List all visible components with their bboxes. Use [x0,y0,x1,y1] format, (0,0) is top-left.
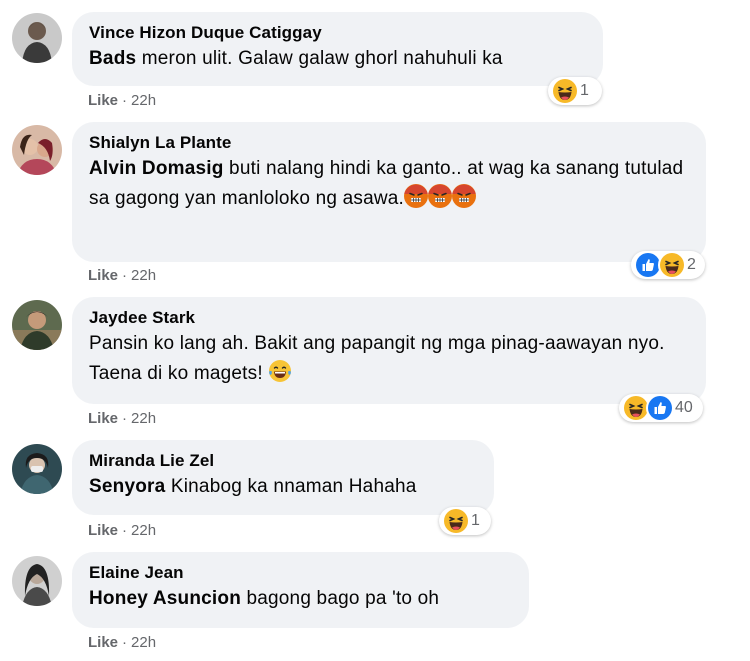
author-name[interactable]: Elaine Jean [89,562,511,584]
author-name[interactable]: Vince Hizon Duque Catiggay [89,22,585,44]
angry-emoji-icon [404,184,428,208]
haha-icon [658,251,686,279]
comment-body: bagong bago pa 'to oh [241,588,440,609]
angry-emoji-icon [452,184,476,208]
comment-text: Senyora Kinabog ka nnaman Hahaha [89,472,476,502]
comment-bubble: Miranda Lie Zel Senyora Kinabog ka nnama… [72,440,494,515]
separator: · [122,92,128,109]
comment-body: Pansin ko lang ah. Bakit ang papangit ng… [89,333,665,384]
like-button[interactable]: Like [88,267,118,284]
avatar[interactable] [12,556,62,606]
laughing-crying-emoji-icon [268,359,292,383]
author-name[interactable]: Miranda Lie Zel [89,450,476,472]
avatar[interactable] [12,444,62,494]
angry-emoji-icon [428,184,452,208]
author-name[interactable]: Shialyn La Plante [89,132,688,154]
avatar[interactable] [12,13,62,63]
mention[interactable]: Senyora [89,476,165,497]
timestamp[interactable]: 22h [131,92,156,109]
timestamp[interactable]: 22h [131,410,156,427]
reaction-count: 1 [471,512,480,529]
like-button[interactable]: Like [88,92,118,109]
reaction-count: 40 [675,399,693,416]
comment-meta: Like · 22h [88,521,156,541]
reaction-count: 1 [580,82,589,99]
like-button[interactable]: Like [88,410,118,427]
like-icon [646,394,674,422]
comment-text: Pansin ko lang ah. Bakit ang papangit ng… [89,329,688,389]
haha-icon [442,507,470,535]
comment-meta: Like · 22h [88,633,156,653]
mention[interactable]: Honey Asuncion [89,588,241,609]
like-button[interactable]: Like [88,522,118,539]
timestamp[interactable]: 22h [131,634,156,651]
separator: · [122,522,128,539]
reaction-count: 2 [687,256,696,273]
comment-bubble: Vince Hizon Duque Catiggay Bads meron ul… [72,12,603,86]
reaction-summary[interactable]: 1 [548,77,602,105]
comment-text: Bads meron ulit. Galaw galaw ghorl nahuh… [89,44,585,74]
comment-bubble: Shialyn La Plante Alvin Domasig buti nal… [72,122,706,262]
mention[interactable]: Alvin Domasig [89,158,224,179]
comment-text: Alvin Domasig buti nalang hindi ka ganto… [89,154,688,214]
reaction-summary[interactable]: 40 [619,394,703,422]
comment-body: meron ulit. Galaw galaw ghorl nahuhuli k… [136,48,503,69]
avatar[interactable] [12,125,62,175]
like-button[interactable]: Like [88,634,118,651]
comment-text: Honey Asuncion bagong bago pa 'to oh [89,584,511,614]
avatar[interactable] [12,300,62,350]
comment-bubble: Jaydee Stark Pansin ko lang ah. Bakit an… [72,297,706,404]
separator: · [122,634,128,651]
comment-meta: Like · 22h [88,409,156,429]
author-name[interactable]: Jaydee Stark [89,307,688,329]
haha-icon [551,77,579,105]
timestamp[interactable]: 22h [131,267,156,284]
comment-body: Kinabog ka nnaman Hahaha [165,476,417,497]
comment-meta: Like · 22h [88,266,156,286]
separator: · [122,410,128,427]
separator: · [122,267,128,284]
reaction-summary[interactable]: 2 [631,251,705,279]
comment-meta: Like · 22h [88,91,156,111]
comment-bubble: Elaine Jean Honey Asuncion bagong bago p… [72,552,529,628]
timestamp[interactable]: 22h [131,522,156,539]
reaction-summary[interactable]: 1 [439,507,491,535]
mention[interactable]: Bads [89,48,136,69]
